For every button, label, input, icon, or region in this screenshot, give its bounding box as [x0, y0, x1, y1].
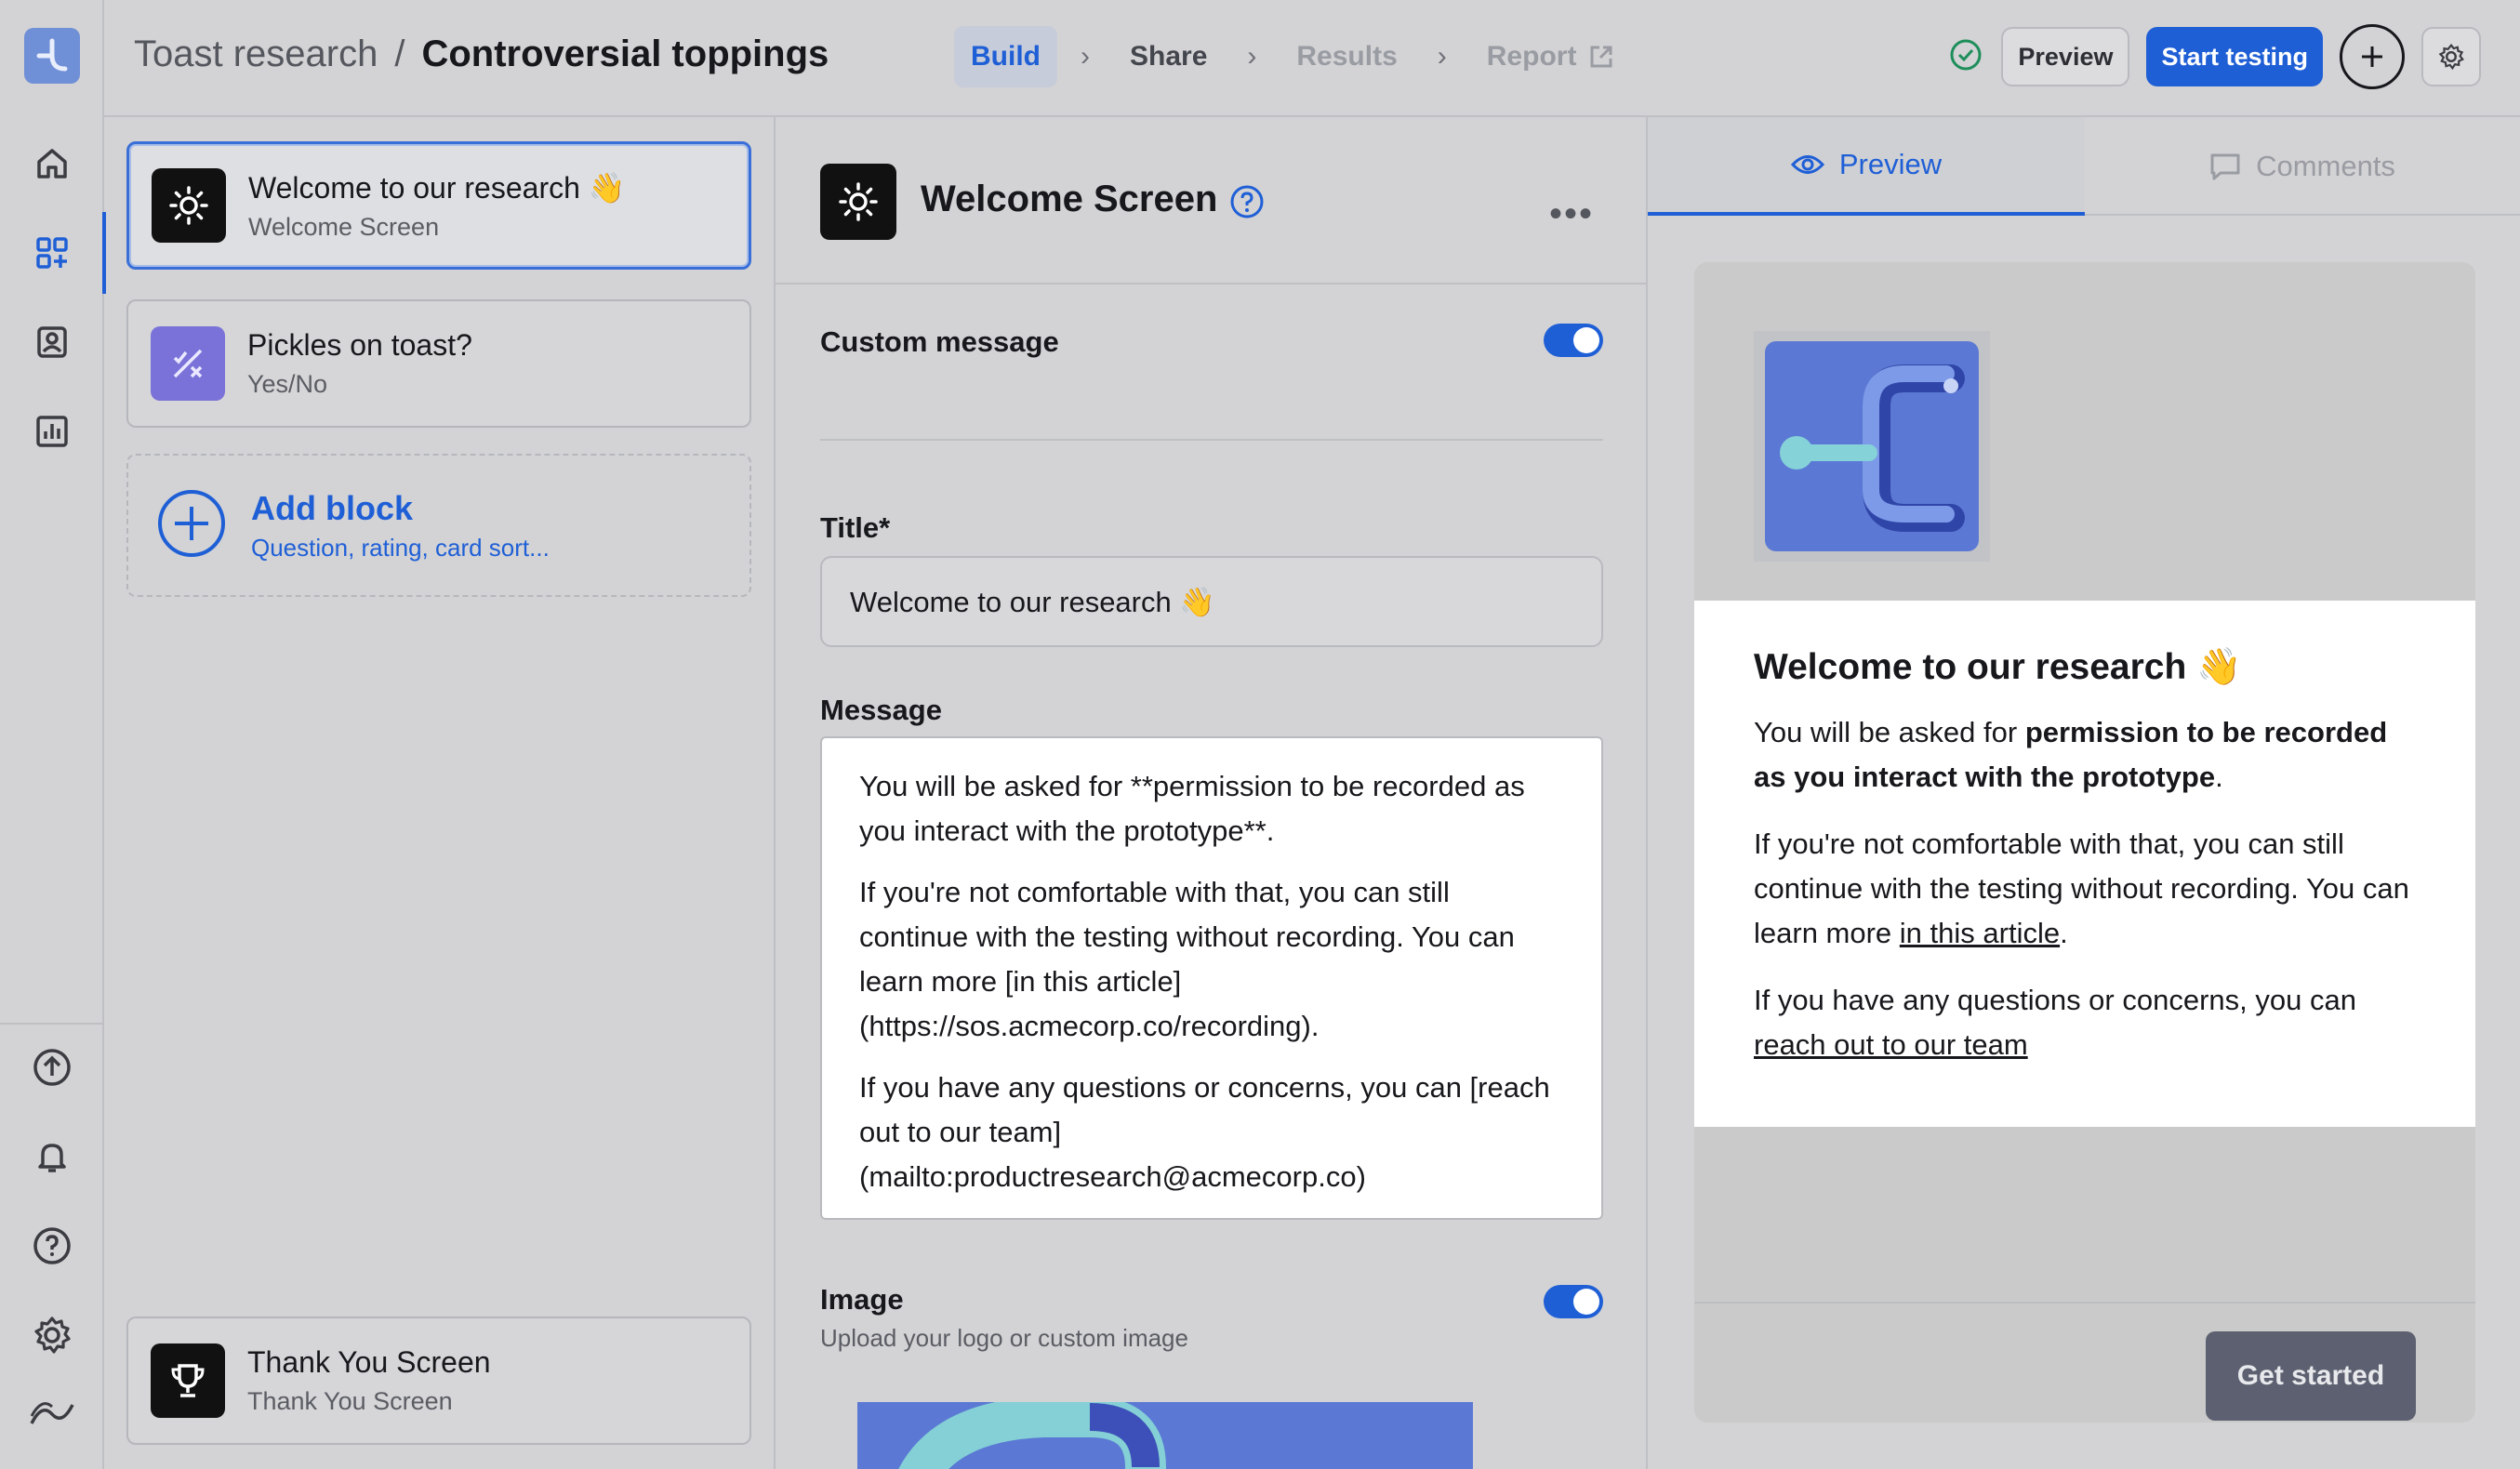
- block-subtitle: Yes/No: [247, 370, 328, 398]
- welcome-preview-card: Welcome to our research 👋 You will be as…: [1694, 262, 2475, 1423]
- gear-icon: [2438, 44, 2464, 71]
- text-segment: .: [2215, 761, 2223, 793]
- breadcrumb: Toast research / Controversial toppings: [134, 33, 829, 75]
- bell-icon[interactable]: [0, 1112, 104, 1201]
- message-textarea[interactable]: You will be asked for **permission to be…: [820, 736, 1603, 1220]
- gear-icon[interactable]: [0, 1290, 104, 1380]
- app-logo-icon[interactable]: [24, 28, 80, 84]
- brand-mark-icon: [0, 1369, 104, 1458]
- blocks-icon[interactable]: [0, 208, 106, 298]
- more-options-icon[interactable]: •••: [1549, 193, 1594, 235]
- help-icon[interactable]: [1229, 184, 1265, 224]
- image-hint: Upload your logo or custom image: [820, 1324, 1188, 1352]
- uploaded-image-thumbnail[interactable]: [857, 1402, 1473, 1469]
- home-icon[interactable]: [0, 119, 104, 208]
- text-segment: If you have any questions or concerns, y…: [1754, 984, 2356, 1016]
- editor-title: Welcome Screen: [921, 179, 1218, 219]
- plus-circle-icon: [156, 488, 227, 563]
- trophy-icon: [151, 1343, 225, 1418]
- breadcrumb-separator: /: [394, 33, 405, 74]
- breadcrumb-parent[interactable]: Toast research: [134, 33, 378, 75]
- eye-icon: [1790, 155, 1824, 174]
- tab-preview-label: Preview: [1838, 148, 1943, 180]
- chevron-right-icon: ›: [1247, 41, 1257, 72]
- left-rail: [0, 0, 106, 1469]
- message-paragraph: If you have any questions or concerns, y…: [859, 1071, 1550, 1193]
- block-pickles[interactable]: Pickles on toast? Yes/No: [126, 299, 751, 428]
- block-title: Thank You Screen: [247, 1345, 491, 1379]
- add-block-button[interactable]: Add block Question, rating, card sort...: [126, 454, 751, 597]
- text-segment: You will be asked for: [1754, 716, 2025, 748]
- welcome-paragraph: If you have any questions or concerns, y…: [1754, 978, 2416, 1067]
- block-list: Welcome to our research 👋 Welcome Screen…: [104, 117, 776, 1469]
- welcome-paragraph: If you're not comfortable with that, you…: [1754, 822, 2416, 956]
- step-build[interactable]: Build: [954, 26, 1057, 87]
- tab-comments[interactable]: Comments: [2085, 117, 2520, 216]
- text-segment: If you're not comfortable with that, you…: [1754, 827, 2409, 949]
- card-divider: [1694, 1302, 2475, 1304]
- preview-button[interactable]: Preview: [2001, 27, 2130, 86]
- custom-message-row: Custom message: [820, 285, 1603, 441]
- title-label: Title*: [820, 511, 891, 544]
- image-label: Image: [820, 1283, 904, 1316]
- tab-comments-label: Comments: [2256, 150, 2395, 182]
- welcome-content: Welcome to our research 👋 You will be as…: [1694, 601, 2475, 1127]
- message-paragraph: If you're not comfortable with that, you…: [859, 876, 1515, 1042]
- bar-chart-icon[interactable]: [0, 387, 104, 476]
- saved-check-icon: [1949, 38, 1983, 76]
- custom-logo-image: [1754, 331, 1990, 562]
- block-thank-you[interactable]: Thank You Screen Thank You Screen: [126, 1317, 751, 1445]
- message-label: Message: [820, 694, 942, 726]
- sun-icon: [152, 168, 226, 243]
- sun-icon: [820, 164, 896, 240]
- comment-icon: [2210, 153, 2240, 180]
- message-paragraph: You will be asked for **permission to be…: [859, 770, 1525, 847]
- get-started-button[interactable]: Get started: [2206, 1331, 2416, 1421]
- contact-team-link[interactable]: reach out to our team: [1754, 1028, 2028, 1061]
- block-title: Welcome to our research 👋: [248, 170, 626, 205]
- editor-header: Welcome Screen •••: [776, 117, 1646, 285]
- tab-preview[interactable]: Preview: [1648, 117, 2085, 216]
- help-icon[interactable]: [0, 1201, 104, 1290]
- add-block-title: Add block: [251, 488, 414, 527]
- step-share[interactable]: Share: [1113, 26, 1224, 87]
- block-subtitle: Welcome Screen: [248, 212, 440, 241]
- add-block-subtitle: Question, rating, card sort...: [251, 533, 550, 562]
- chevron-right-icon: ›: [1081, 41, 1090, 72]
- add-icon[interactable]: [2340, 24, 2405, 89]
- chevron-right-icon: ›: [1437, 41, 1447, 72]
- step-report[interactable]: Report: [1470, 26, 1633, 87]
- article-link[interactable]: in this article: [1900, 917, 2060, 949]
- welcome-title: Welcome to our research 👋: [1754, 647, 2242, 687]
- title-input[interactable]: Welcome to our research 👋: [820, 556, 1603, 647]
- start-testing-button[interactable]: Start testing: [2146, 27, 2323, 86]
- step-results[interactable]: Results: [1280, 26, 1413, 87]
- external-link-icon: [1590, 46, 1612, 68]
- upload-icon[interactable]: [0, 1023, 104, 1112]
- custom-message-label: Custom message: [820, 325, 1059, 358]
- preview-panel: Preview Comments Welcome to our research…: [1648, 117, 2520, 1469]
- block-welcome[interactable]: Welcome to our research 👋 Welcome Screen: [126, 141, 751, 270]
- step-nav: Build › Share › Results › Report: [954, 26, 1632, 87]
- block-editor: Welcome Screen ••• Custom message Title*…: [776, 117, 1648, 1469]
- text-segment: .: [2060, 917, 2068, 949]
- block-title: Pickles on toast?: [247, 328, 472, 362]
- custom-message-toggle[interactable]: [1544, 324, 1603, 357]
- contacts-icon[interactable]: [0, 298, 104, 387]
- block-subtitle: Thank You Screen: [247, 1387, 453, 1415]
- welcome-paragraph: You will be asked for permission to be r…: [1754, 710, 2416, 800]
- yes-no-icon: [151, 326, 225, 401]
- header-actions: Preview Start testing: [1949, 24, 2481, 89]
- preview-tabs: Preview Comments: [1648, 117, 2520, 216]
- image-toggle[interactable]: [1544, 1285, 1603, 1318]
- step-report-label: Report: [1486, 41, 1577, 72]
- top-header: Toast research / Controversial toppings …: [104, 0, 2520, 117]
- page-title: Controversial toppings: [421, 33, 829, 74]
- settings-button[interactable]: [2421, 27, 2481, 86]
